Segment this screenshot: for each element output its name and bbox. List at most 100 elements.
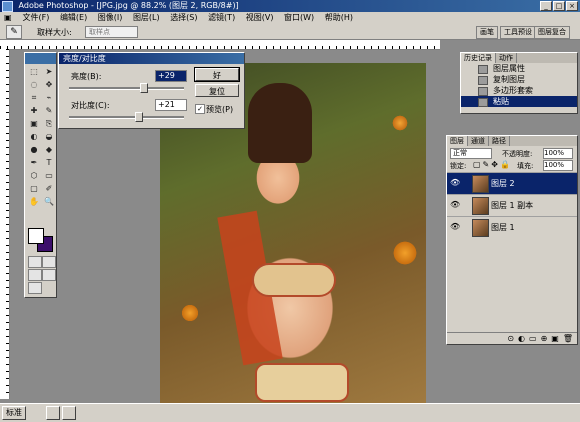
layer-row[interactable]: 👁 图层 1	[447, 216, 577, 238]
history-item[interactable]: 复制图层	[461, 74, 577, 85]
history-state-icon	[478, 76, 488, 85]
eraser-tool-icon[interactable]: ◐	[27, 131, 41, 143]
title-bar: Adobe Photoshop - [JPG.jpg @ 88.2% (图层 2…	[0, 0, 580, 12]
layer-row[interactable]: 👁 图层 1 副本	[447, 194, 577, 216]
eyedropper-tool-icon[interactable]: ✐	[42, 183, 56, 195]
well-tool-presets[interactable]: 工具预设	[500, 26, 536, 39]
menu-image[interactable]: 图像(I)	[94, 12, 127, 23]
hand-tool-icon[interactable]: ✋	[27, 196, 41, 208]
menu-window[interactable]: 窗口(W)	[280, 12, 318, 23]
blend-mode-select[interactable]: 正常	[450, 148, 492, 159]
clone-stamp-tool-icon[interactable]: ▣	[27, 118, 41, 130]
maximize-icon[interactable]	[62, 406, 76, 420]
history-item[interactable]: 粘贴	[461, 96, 577, 107]
lasso-tool-icon[interactable]: ◌	[27, 79, 41, 91]
layer-row[interactable]: 👁 图层 2	[447, 172, 577, 194]
window-title: Adobe Photoshop - [JPG.jpg @ 88.2% (图层 2…	[18, 1, 239, 10]
lock-label: 锁定:	[450, 162, 467, 170]
brightness-contrast-dialog: 亮度/对比度 亮度(B): +29 对比度(C): +21 好 复位 ✓ 预览(…	[58, 52, 245, 129]
screen-mode-full-icon[interactable]	[42, 269, 56, 281]
menu-filter[interactable]: 滤镜(T)	[204, 12, 239, 23]
toolbox-header[interactable]	[25, 53, 56, 64]
menu-select[interactable]: 选择(S)	[166, 12, 201, 23]
menu-layer[interactable]: 图层(L)	[129, 12, 164, 23]
document-icon[interactable]: ▣	[0, 12, 16, 23]
zoom-tool-icon[interactable]: 🔍	[42, 196, 56, 208]
history-item[interactable]: 图层属性	[461, 63, 577, 74]
lock-icons[interactable]: ▢✎✥🔒	[473, 160, 512, 169]
tab-layers[interactable]: 图层	[447, 136, 468, 146]
toolbox: ⬚ ➤ ◌ ✥ ⌗ ⌁ ✚ ✎ ▣ ⎘ ◐ ◒ ● ◆ ✒ T ⬡ ▭ ▢ ✐ …	[24, 52, 57, 298]
crop-tool-icon[interactable]: ⌗	[27, 92, 41, 104]
eyedropper-tool-icon[interactable]: ✎	[6, 25, 22, 39]
pen-tool-icon[interactable]: ✒	[27, 157, 41, 169]
layer-name: 图层 1	[491, 223, 515, 232]
contrast-slider-thumb[interactable]	[135, 112, 143, 122]
ok-button[interactable]: 好	[194, 67, 240, 82]
move-tool-icon[interactable]: ➤	[42, 66, 56, 78]
sample-size-select[interactable]: 取样点	[85, 26, 138, 38]
history-state-icon	[478, 98, 488, 107]
dialog-title[interactable]: 亮度/对比度	[59, 53, 244, 64]
brush-tool-icon[interactable]: ✎	[42, 105, 56, 117]
tab-history[interactable]: 历史记录	[461, 53, 496, 63]
eye-icon[interactable]: 👁	[450, 179, 460, 187]
fill-input[interactable]: 100%	[543, 160, 573, 171]
jump-to-imageready-icon[interactable]	[28, 282, 42, 294]
contrast-input[interactable]: +21	[155, 99, 187, 111]
layers-panel-footer[interactable]: ⊙◐▭⊕▣🗑	[447, 332, 577, 344]
healing-brush-tool-icon[interactable]: ✚	[27, 105, 41, 117]
reset-button[interactable]: 复位	[195, 84, 239, 97]
notes-tool-icon[interactable]: ▢	[27, 183, 41, 195]
opacity-label: 不透明度:	[502, 150, 533, 158]
standard-mode-button[interactable]: 标准	[2, 406, 26, 420]
brightness-slider-thumb[interactable]	[140, 83, 148, 93]
brightness-input[interactable]: +29	[155, 70, 187, 82]
history-state-icon	[478, 87, 488, 96]
gradient-tool-icon[interactable]: ◒	[42, 131, 56, 143]
preview-label: 预览(P)	[206, 105, 234, 114]
history-brush-tool-icon[interactable]: ⎘	[42, 118, 56, 130]
tab-actions[interactable]: 动作	[496, 53, 517, 63]
photo-bottoms	[255, 363, 349, 402]
menu-edit[interactable]: 编辑(E)	[56, 12, 91, 23]
path-selection-tool-icon[interactable]: ⬡	[27, 170, 41, 182]
photo-top	[252, 263, 336, 297]
tab-channels[interactable]: 通道	[468, 136, 489, 146]
opacity-input[interactable]: 100%	[543, 148, 573, 159]
menu-bar: ▣ 文件(F) 编辑(E) 图像(I) 图层(L) 选择(S) 滤镜(T) 视图…	[0, 12, 580, 23]
eye-icon[interactable]: 👁	[450, 201, 460, 209]
layer-name: 图层 2	[491, 179, 515, 188]
menu-view[interactable]: 视图(V)	[242, 12, 278, 23]
slice-tool-icon[interactable]: ⌁	[42, 92, 56, 104]
menu-file[interactable]: 文件(F)	[19, 12, 54, 23]
well-brushes[interactable]: 画笔	[476, 26, 498, 39]
shape-tool-icon[interactable]: ▭	[42, 170, 56, 182]
restore-icon[interactable]	[46, 406, 60, 420]
vertical-ruler	[0, 49, 10, 399]
status-bar: 标准	[0, 403, 580, 422]
brightness-label: 亮度(B):	[71, 72, 102, 81]
menu-help[interactable]: 帮助(H)	[321, 12, 357, 23]
magic-wand-tool-icon[interactable]: ✥	[42, 79, 56, 91]
foreground-color-swatch[interactable]	[28, 228, 44, 244]
well-layer-comps[interactable]: 图层复合	[534, 26, 570, 39]
marquee-tool-icon[interactable]: ⬚	[27, 66, 41, 78]
blur-tool-icon[interactable]: ●	[27, 144, 41, 156]
minimize-button[interactable]: _	[540, 1, 552, 11]
tab-paths[interactable]: 路径	[489, 136, 510, 146]
dodge-tool-icon[interactable]: ◆	[42, 144, 56, 156]
history-item[interactable]: 多边形套索	[461, 85, 577, 96]
brightness-slider[interactable]	[69, 83, 184, 93]
layer-thumbnail	[472, 175, 489, 193]
contrast-slider[interactable]	[69, 112, 184, 122]
maximize-button[interactable]: □	[553, 1, 565, 11]
eye-icon[interactable]: 👁	[450, 223, 460, 231]
quick-mask-icon[interactable]	[42, 256, 56, 268]
standard-mode-icon[interactable]	[28, 256, 42, 268]
close-button[interactable]: ×	[566, 1, 578, 11]
screen-mode-standard-icon[interactable]	[28, 269, 42, 281]
preview-checkbox[interactable]: ✓	[195, 104, 205, 114]
layers-panel: 图层 通道 路径 正常 不透明度: 100% 锁定: ▢✎✥🔒 填充: 100%…	[446, 135, 578, 345]
type-tool-icon[interactable]: T	[42, 157, 56, 169]
